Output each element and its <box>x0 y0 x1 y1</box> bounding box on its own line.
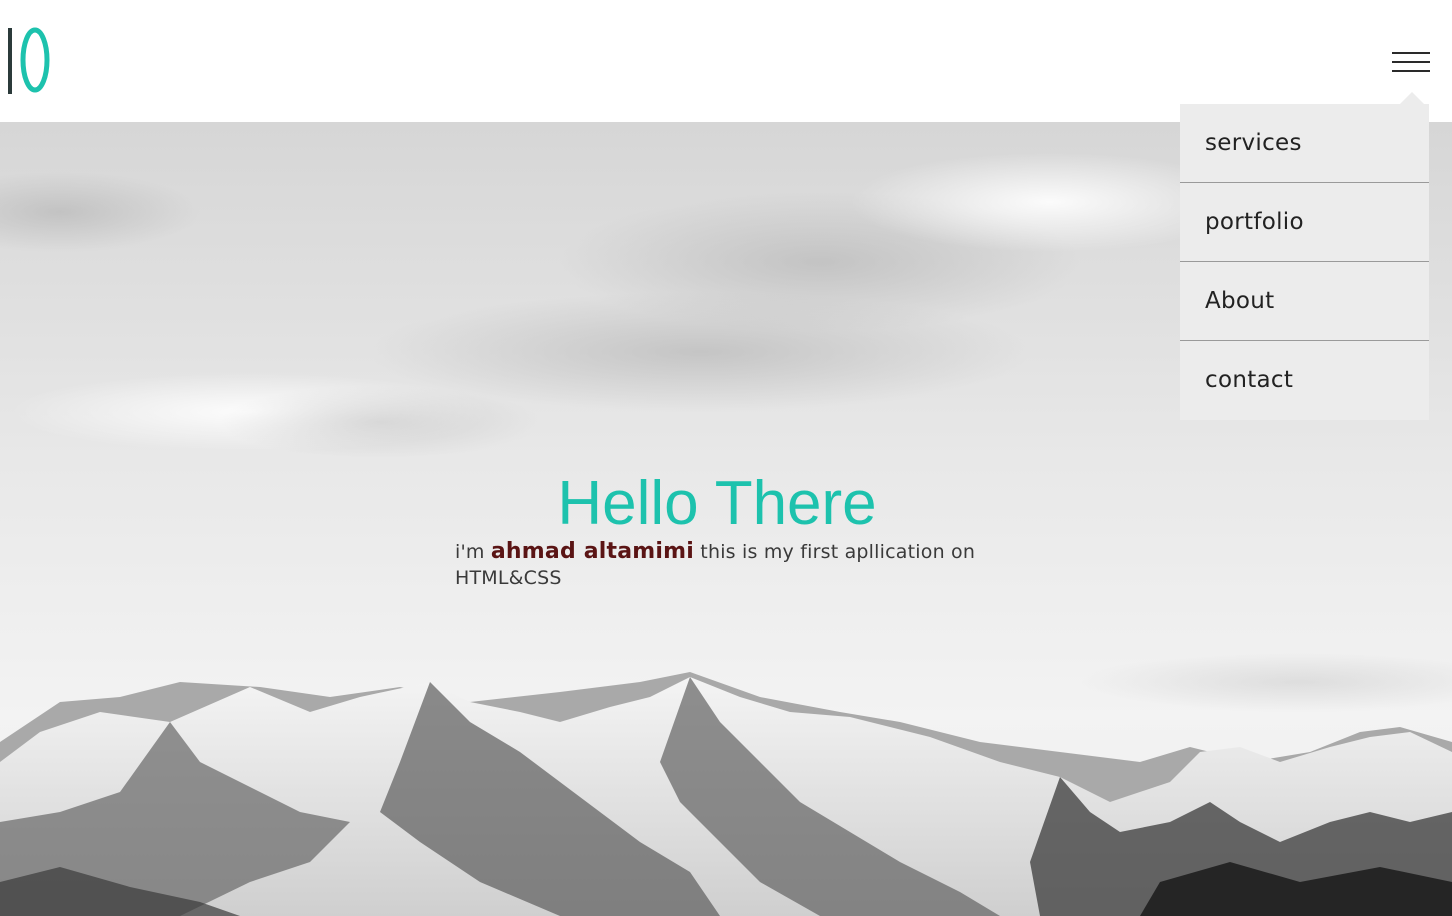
menu-caret <box>1400 92 1424 104</box>
hamburger-bar <box>1392 61 1430 63</box>
hero-title: Hello There <box>557 469 877 538</box>
dropdown-menu: services portfolio About contact <box>1180 104 1429 420</box>
menu-item-about[interactable]: About <box>1180 262 1429 341</box>
page: Hello There i'm ahmad altamimi this is m… <box>0 0 1452 916</box>
hamburger-bar <box>1392 70 1430 72</box>
hamburger-menu-icon[interactable] <box>1392 52 1430 74</box>
author-name: ahmad altamimi <box>490 539 695 564</box>
hamburger-bar <box>1392 52 1430 54</box>
subtitle-prefix: i'm <box>455 541 485 563</box>
menu-item-services[interactable]: services <box>1180 104 1429 183</box>
menu-item-portfolio[interactable]: portfolio <box>1180 183 1429 262</box>
io-logo-icon[interactable] <box>6 24 52 96</box>
hero-subtitle: i'm ahmad altamimi this is my first apll… <box>455 539 995 591</box>
menu-item-contact[interactable]: contact <box>1180 341 1429 420</box>
